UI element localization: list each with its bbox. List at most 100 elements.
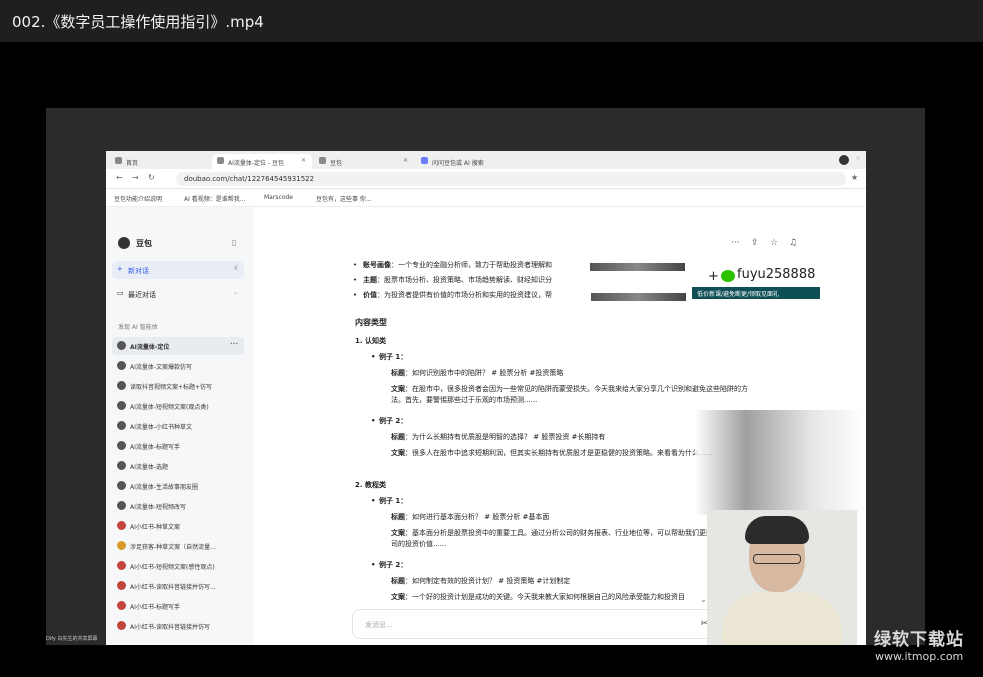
bookmark[interactable]: Marscode [264,194,293,201]
tab-home[interactable]: 首页 [110,154,210,169]
plus-icon: + [708,269,719,284]
discover-agents-link[interactable]: 发现 AI 智能体 [118,322,158,331]
topic-bullet: 主题：股票市场分析、投资策略、市场趋势解读、财经知识分 [353,275,552,286]
agent-avatar [117,341,126,350]
site-watermark: 绿软下载站 [874,630,964,650]
camera-dot [856,156,860,160]
tab-ai-positioning[interactable]: AI流量体-定位 - 豆包 ✕ [212,154,312,169]
redaction-blur [591,293,686,301]
category-title: 2. 教程类 [355,481,386,489]
collapse-sidebar-icon[interactable]: ▯ [232,238,236,247]
agent-item[interactable]: AI小红书-读取抖音链接并仿写 [112,617,244,635]
agent-avatar [117,421,126,430]
doubao-icon [319,157,326,164]
video-title: 002.《数字员工操作使用指引》.mp4 [12,13,264,31]
agent-item[interactable]: AI小红书-读取抖音链接并仿写... [112,577,244,595]
agent-item[interactable]: 读取抖音视频文案+标题+仿写 [112,377,244,395]
site-url-watermark: www.itmop.com [875,650,964,663]
agent-item[interactable]: AI流量体-短视频文案(观点类) [112,397,244,415]
chevron-down-icon: ⌄ [232,289,238,296]
bookmark[interactable]: AI 看视频：是谁帮我... [184,194,246,203]
tab-strip: 首页 AI流量体-定位 - 豆包 ✕ 豆包 ✕ 问问豆包或 AI 搜索 [106,151,866,169]
bookmarks-bar: 豆包功能介绍说明 AI 看视频：是谁帮我... Marscode 豆包有，这些事… [106,189,866,207]
example-title: 例子 2： [371,560,407,571]
wechat-icon [721,270,735,282]
agent-item[interactable]: AI流量体-文案爆款仿写 [112,357,244,375]
new-chat-button[interactable]: + 新对话 K [112,261,244,279]
search-icon [421,157,428,164]
agent-avatar [117,621,126,630]
agent-item[interactable]: AI流量体-标题写手 [112,437,244,455]
close-icon[interactable]: ✕ [301,157,306,164]
app-name: 豆包 [136,239,152,248]
agent-avatar [117,441,126,450]
agent-item[interactable]: 涉足获客-种草文案（自然流量... [112,537,244,555]
agent-avatar [117,581,126,590]
home-icon [115,157,122,164]
redaction-blur [590,263,685,271]
profile-avatar[interactable] [839,155,849,165]
section-heading: 内容类型 [355,318,387,327]
agent-item[interactable]: AI流量体-选题 [112,457,244,475]
agent-avatar [117,561,126,570]
shortcut-hint: K [234,265,238,272]
plus-icon: + [117,265,123,273]
share-icon[interactable]: ⇪ [751,238,759,248]
value-bullet: 价值：为投资者提供有价值的市场分析和实用的投资建议，帮 [353,290,552,301]
example-copy-line: 文案：基本面分析是股票投资中的重要工具。通过分析公司的财务报表、行业地位等，可以… [391,529,755,549]
close-icon[interactable]: ✕ [403,157,408,164]
recent-chats-button[interactable]: ▭ 最近对话 ⌄ [112,285,244,303]
example-title: 例子 1： [371,496,407,507]
promo-badge: 低价新课/避免断更/领取见面礼 [692,287,820,299]
back-icon[interactable]: ← [116,173,123,182]
message-input[interactable]: 发消息... ✂ [352,609,717,639]
wechat-id: fuyu258888 [737,267,816,282]
star-icon[interactable]: ★ [851,173,858,182]
bookmark[interactable]: 豆包功能介绍说明 [114,194,162,203]
agent-item[interactable]: AI流量体-生活故事朋友圈 [112,477,244,495]
agent-avatar [117,481,126,490]
agent-avatar [117,361,126,370]
sidebar: 豆包 ▯ + 新对话 K ▭ 最近对话 ⌄ 发现 AI 智能体 AI流量体-定位 ··· … [106,207,253,645]
tab-doubao[interactable]: 豆包 ✕ [314,154,414,169]
agent-item[interactable]: AI小红书-种草文案 [112,517,244,535]
chat-icon: ▭ [117,289,124,297]
example-title-line: 标题：如何制定有效的投资计划？ # 投资策略 #计划制定 [391,577,571,585]
category-title: 1. 认知类 [355,337,386,345]
blurred-region [695,410,865,515]
profile-bullet: 账号画像：一个专业的金融分析师，致力于帮助投资者理解和 [353,260,552,271]
agent-avatar [117,601,126,610]
agent-item[interactable]: AI小红书-短视频文案(感性观点) [112,557,244,575]
reload-icon[interactable]: ↻ [148,173,155,182]
agent-avatar [117,401,126,410]
doubao-icon [217,157,224,164]
example-title: 例子 1： [371,352,407,363]
address-bar: ← → ↻ doubao.com/chat/122764545931522 ★ [106,169,866,189]
screen-share-caption: Dify 白先生的共享屏幕 [46,636,98,642]
doubao-logo [118,237,130,249]
scroll-down-icon[interactable]: ⌄ [700,595,707,604]
bell-icon[interactable]: ♫ [789,238,797,248]
wechat-watermark: + fuyu258888 低价新课/避免断更/领取见面礼 [692,267,820,303]
presenter-body [722,592,842,645]
agent-avatar [117,521,126,530]
agent-item[interactable]: AI小红书-标题写手 [112,597,244,615]
agent-item[interactable]: AI流量体-小红书种草文 [112,417,244,435]
url-field[interactable]: doubao.com/chat/122764545931522 [176,172,846,186]
agent-avatar [117,381,126,390]
presenter-glasses [753,554,801,564]
example-title: 例子 2： [371,416,407,427]
presenter-hair [745,516,809,544]
agent-avatar [117,541,126,550]
more-icon[interactable]: ··· [230,340,238,348]
star-icon[interactable]: ☆ [770,238,778,248]
presenter-webcam [707,510,857,645]
tab-search[interactable]: 问问豆包或 AI 搜索 [416,154,536,169]
agent-item[interactable]: AI流量体-定位 ··· [112,337,244,355]
forward-icon[interactable]: → [132,173,139,182]
agent-item[interactable]: AI流量体-短视频改写 [112,497,244,515]
more-icon[interactable]: ··· [731,238,740,248]
agent-avatar [117,461,126,470]
bookmark[interactable]: 豆包有，这些事 你... [316,194,372,203]
video-title-bar: 002.《数字员工操作使用指引》.mp4 [0,0,983,42]
